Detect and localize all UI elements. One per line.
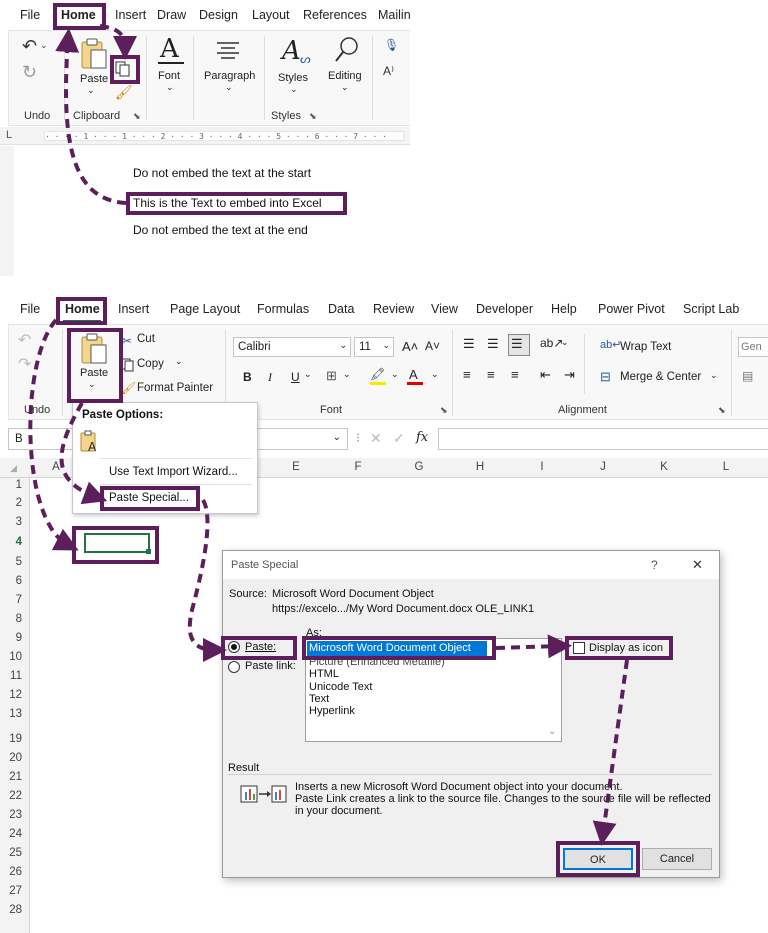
arrow-display-icon-to-ok [592, 659, 629, 846]
arrow-home-to-copy [99, 24, 137, 60]
arrow-home-to-cell [28, 318, 79, 551]
arrow-paste-to-special [59, 402, 108, 505]
arrow-special-to-radio [187, 498, 227, 662]
annotation-arrows [28, 24, 629, 846]
arrow-text-to-home [55, 28, 127, 205]
arrow-object-to-display-icon [495, 634, 572, 659]
